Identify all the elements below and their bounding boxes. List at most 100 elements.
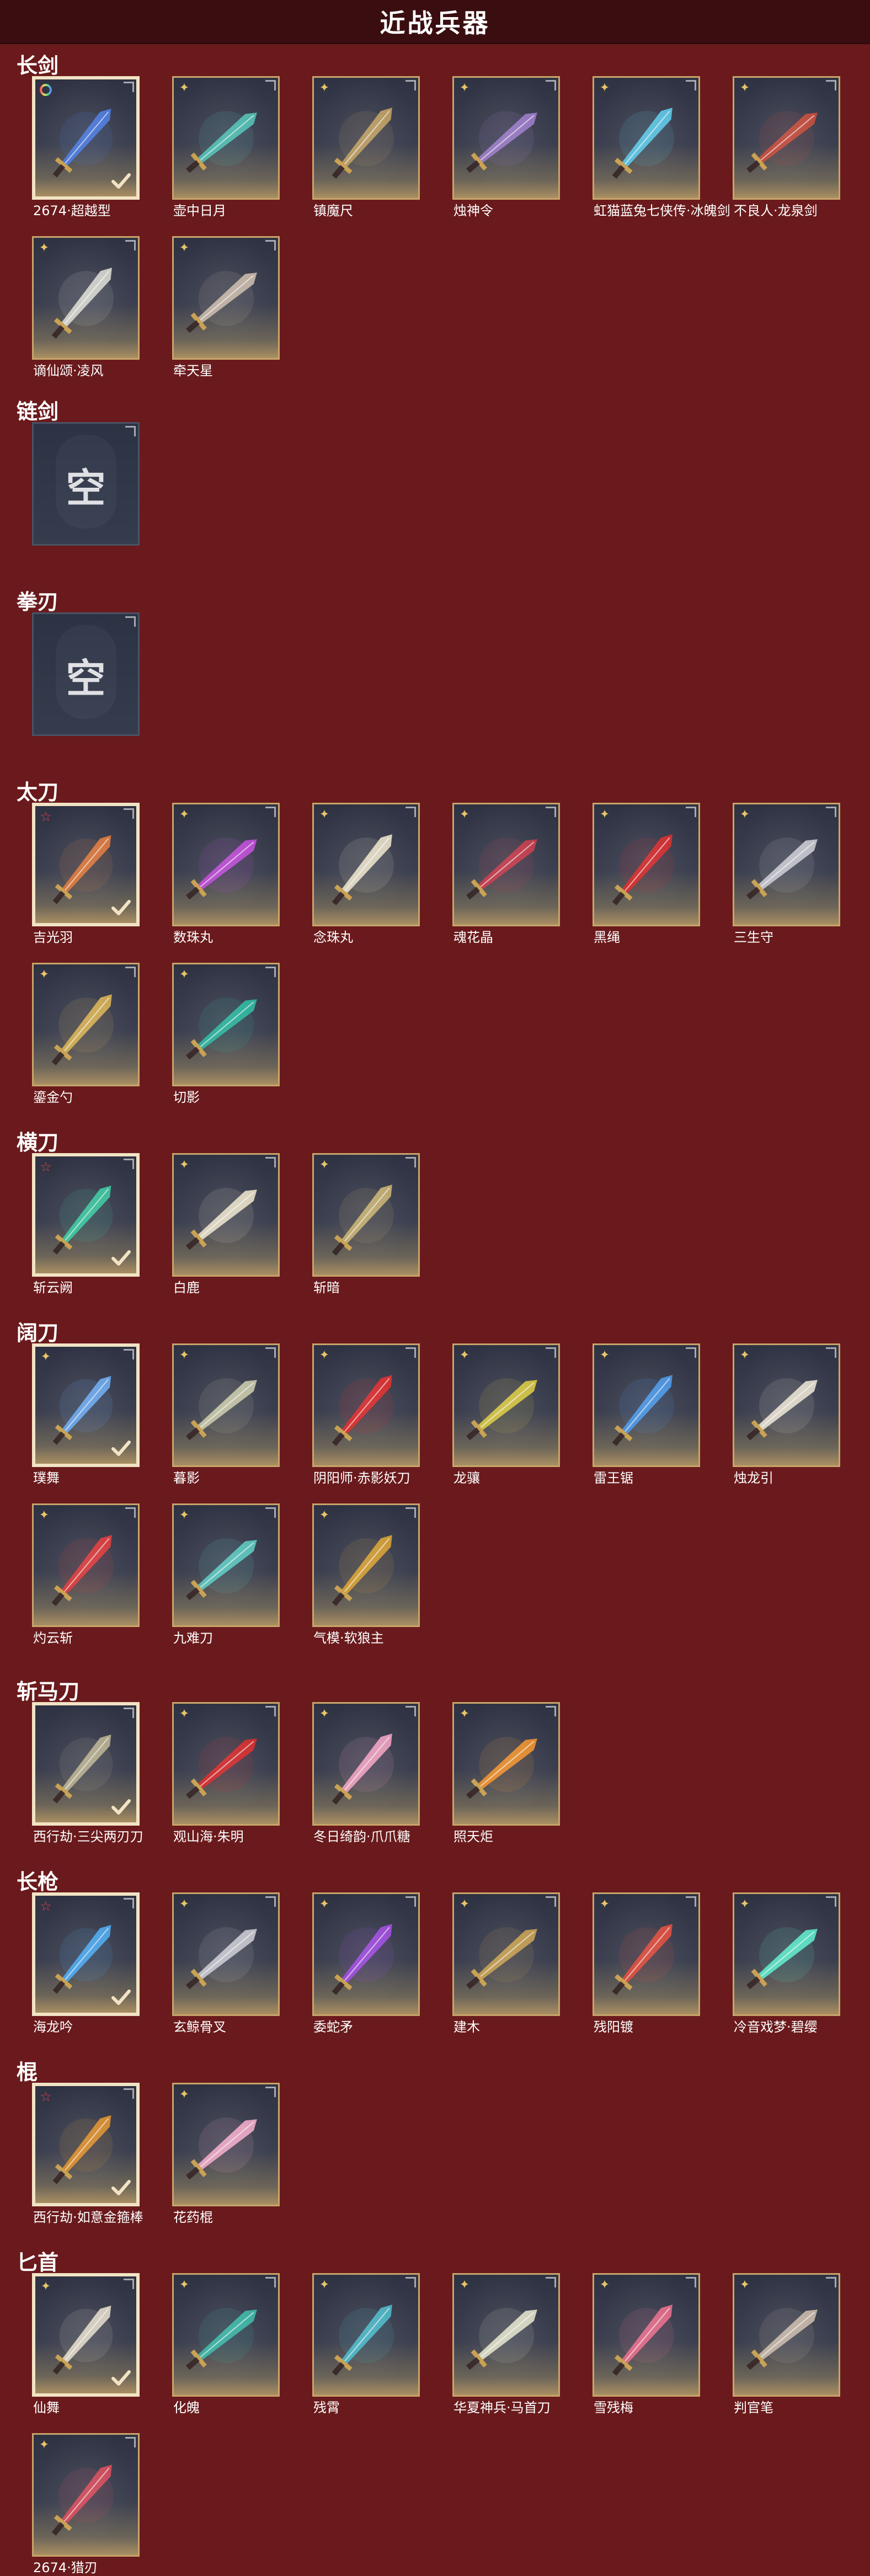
weapon-name: 华夏神兵·马首刀 (453, 2400, 551, 2415)
checkmark-icon (111, 1799, 131, 1815)
checkmark-icon (111, 900, 131, 915)
weapon-card[interactable]: ✦ 璞舞 (32, 1343, 140, 1486)
weapon-card[interactable]: ✦ 雪残梅 (593, 2273, 700, 2415)
weapon-tile: ✦ (172, 803, 280, 926)
weapon-card[interactable]: ✦ 委蛇矛 (312, 1892, 420, 2035)
weapon-card[interactable]: ✦ 念珠丸 (312, 803, 420, 945)
weapon-card[interactable]: ✦ 气模·软狼主 (312, 1503, 420, 1646)
weapon-tile: ✦ (32, 1503, 140, 1627)
weapon-card[interactable]: ✦ 建木 (452, 1892, 560, 2035)
weapon-name: 切影 (173, 1090, 200, 1105)
weapon-card[interactable]: ☆ 斩云阙 (32, 1153, 140, 1295)
tile-shine (594, 1345, 698, 1465)
tile-shine (314, 2275, 418, 2395)
weapon-card[interactable]: ✦ 虹猫蓝兔七侠传·冰魄剑 (593, 76, 730, 218)
weapon-tile: ✦ (312, 1892, 420, 2016)
weapon-name: 斩云阙 (33, 1280, 73, 1295)
weapon-card[interactable]: ✦ 三生守 (733, 803, 840, 945)
checkmark-icon (111, 2180, 131, 2195)
weapon-tile: ✦ (452, 1702, 560, 1826)
weapon-card[interactable]: ✦ 2674·猎刃 (32, 2433, 140, 2575)
checkmark-icon (111, 1441, 131, 1456)
sparkle-icon: ✦ (459, 81, 470, 95)
weapon-card[interactable]: ✦ 烛龙引 (733, 1343, 840, 1486)
corner-bracket-icon (125, 240, 136, 250)
sparkle-icon: ✦ (179, 1158, 190, 1172)
weapon-card[interactable]: ✦ 镇魔尺 (312, 76, 420, 218)
tile-shine (314, 1894, 418, 2014)
weapon-name: 观山海·朱明 (173, 1829, 244, 1844)
weapon-card[interactable]: ✦ 判官笔 (733, 2273, 840, 2415)
weapon-card[interactable]: ☆ 西行劫·如意金箍棒 (32, 2083, 143, 2225)
weapon-card[interactable]: ✦ 壶中日月 (172, 76, 280, 218)
tile-shine (174, 238, 278, 358)
weapon-card[interactable]: ✦ 冬日绮韵·爪爪糖 (312, 1702, 420, 1844)
corner-bracket-icon (686, 1347, 696, 1358)
weapon-card[interactable]: ✦ 数珠丸 (172, 803, 280, 945)
weapon-name: 阴阳师·赤影妖刀 (313, 1470, 410, 1486)
sparkle-icon: ✦ (739, 1897, 750, 1911)
star-icon: ☆ (40, 809, 52, 824)
weapon-tile: ✦ (593, 1892, 700, 2016)
weapon-card[interactable]: ✦ 黑绳 (593, 803, 700, 945)
sparkle-icon: ✦ (179, 1707, 190, 1721)
weapon-card[interactable]: ✦ 雷王锯 (593, 1343, 700, 1486)
tile-shine (174, 2275, 278, 2395)
weapon-card[interactable]: ☆ 海龙吟 (32, 1892, 140, 2035)
weapon-card[interactable]: ✦ 残阳镀 (593, 1892, 700, 2035)
weapon-card[interactable]: ✦ 魂花晶 (452, 803, 560, 945)
section-title: 拳刃 (17, 590, 59, 614)
weapon-tile: ✦ (172, 1892, 280, 2016)
weapon-card[interactable]: ✦ 龙骧 (452, 1343, 560, 1486)
weapon-card[interactable]: ☆ 吉光羽 (32, 803, 140, 945)
weapon-card[interactable]: ✦ 冷音戏梦·碧缨 (733, 1892, 840, 2035)
corner-bracket-icon (686, 2277, 696, 2287)
sparkle-icon: ✦ (319, 1508, 330, 1522)
weapon-name: 残霄 (313, 2400, 340, 2415)
weapon-card[interactable]: ✦ 观山海·朱明 (172, 1702, 280, 1844)
weapon-card[interactable]: 西行劫·三尖两刃刀 (32, 1702, 143, 1844)
tile-shine (314, 1345, 418, 1465)
empty-weapon-slot[interactable]: 空 (32, 612, 140, 739)
weapon-card[interactable]: ✦ 花药棍 (172, 2083, 280, 2225)
weapon-card[interactable]: ✦ 不良人·龙泉剑 (733, 76, 840, 218)
weapon-tile: ✦ (172, 1153, 280, 1277)
weapon-card[interactable]: ✦ 华夏神兵·马首刀 (452, 2273, 560, 2415)
checkmark-icon (111, 173, 131, 189)
sparkle-icon: ✦ (179, 1897, 190, 1911)
tile-shine (34, 964, 138, 1085)
weapon-card[interactable]: ✦ 残霄 (312, 2273, 420, 2415)
tile-shine (174, 1704, 278, 1824)
weapon-card[interactable]: ✦ 鎏金勺 (32, 963, 140, 1105)
weapon-name: 照天炬 (453, 1829, 493, 1844)
weapon-card[interactable]: ✦ 烛神令 (452, 76, 560, 218)
weapon-card[interactable]: ✦ 切影 (172, 963, 280, 1105)
weapon-card[interactable]: ✦ 牵天星 (172, 236, 280, 378)
weapon-card[interactable]: ✦ 谪仙颂·凌风 (32, 236, 140, 378)
weapon-card[interactable]: ✦ 仙舞 (32, 2273, 140, 2415)
weapon-card[interactable]: ✦ 灼云斩 (32, 1503, 140, 1646)
corner-bracket-icon (826, 2277, 836, 2287)
weapon-card[interactable]: ✦ 化魄 (172, 2273, 280, 2415)
weapon-name: 残阳镀 (594, 2019, 633, 2035)
corner-bracket-icon (125, 2437, 136, 2447)
corner-bracket-icon (686, 80, 696, 90)
star-icon: ☆ (40, 1159, 52, 1175)
weapon-tile: ✦ (312, 1503, 420, 1627)
weapon-tile (32, 76, 140, 200)
weapon-card[interactable]: ✦ 暮影 (172, 1343, 280, 1486)
weapon-name: 三生守 (734, 930, 773, 945)
weapon-card[interactable]: ✦ 白鹿 (172, 1153, 280, 1295)
weapon-card[interactable]: ✦ 照天炬 (452, 1702, 560, 1844)
empty-weapon-slot[interactable]: 空 (32, 422, 140, 549)
weapon-card[interactable]: ✦ 玄鲸骨叉 (172, 1892, 280, 2035)
weapon-card[interactable]: ✦ 九难刀 (172, 1503, 280, 1646)
weapon-tile: ✦ (593, 2273, 700, 2397)
corner-bracket-icon (826, 1347, 836, 1358)
weapon-card[interactable]: ✦ 斩暗 (312, 1153, 420, 1295)
corner-bracket-icon (265, 1157, 276, 1167)
weapon-tile: ✦ (32, 1343, 140, 1467)
weapon-card[interactable]: 2674·超越型 (32, 76, 140, 218)
weapon-name: 雪残梅 (594, 2400, 633, 2415)
weapon-card[interactable]: ✦ 阴阳师·赤影妖刀 (312, 1343, 420, 1486)
